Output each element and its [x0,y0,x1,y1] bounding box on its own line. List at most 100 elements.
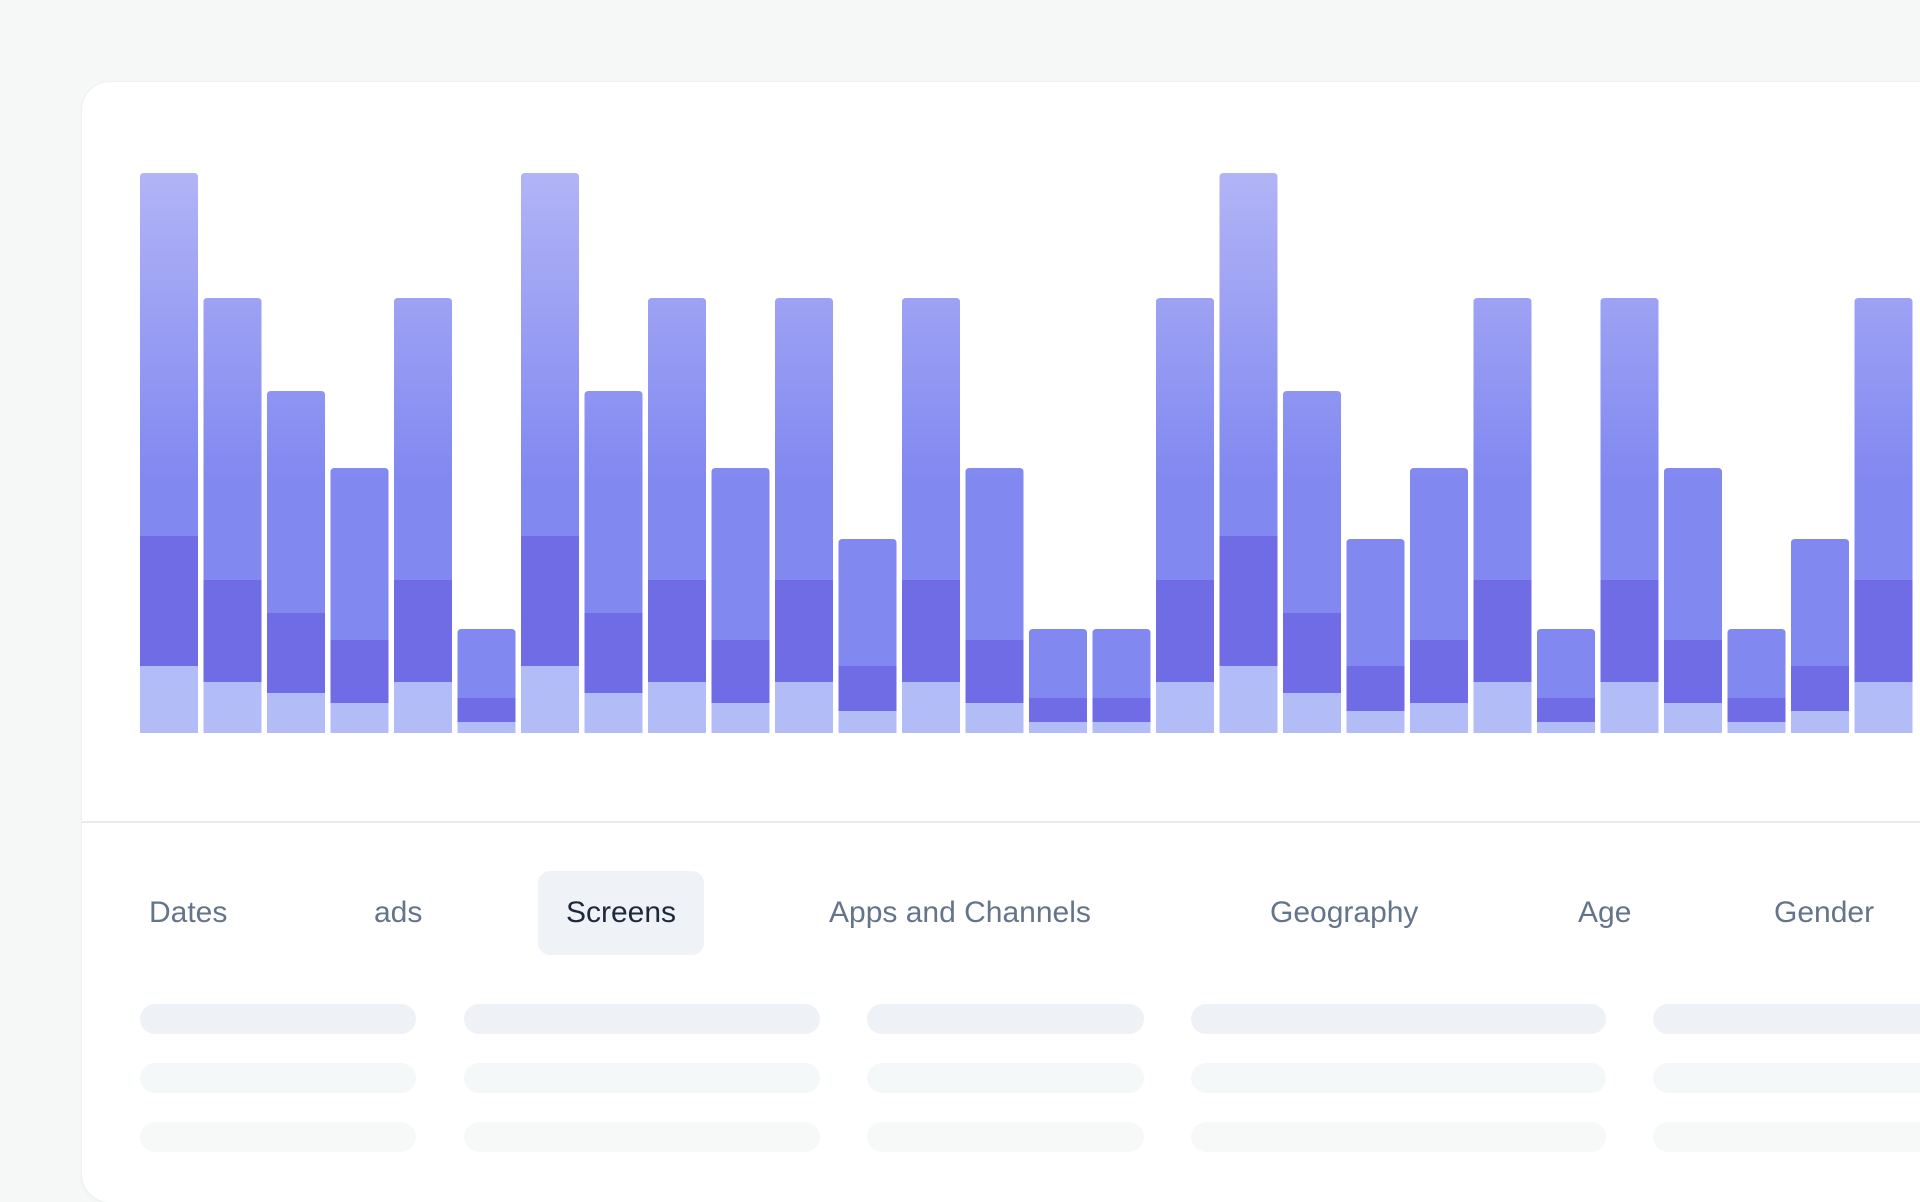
bar-segment-bottom [1029,722,1087,733]
skeleton-cell [867,1122,1144,1152]
bar-segment-bottom [1854,682,1913,733]
bar-segment-top [457,629,516,698]
bar-segment-top [902,298,960,580]
bar-16[interactable] [1092,629,1151,733]
bar-segment-top [1473,298,1532,580]
bar-segment-middle [838,666,897,711]
bar-28[interactable] [1854,298,1913,733]
skeleton-cell [464,1004,820,1034]
bar-segment-middle [1283,613,1341,693]
skeleton-cell [1191,1004,1606,1034]
bar-segment-top [1854,298,1913,580]
bar-segment-middle [1600,580,1659,682]
bar-segment-top [1219,173,1278,536]
bar-segment-middle [1664,640,1722,703]
bar-segment-bottom [203,682,262,733]
bar-segment-middle [203,580,262,682]
bar-segment-bottom [1727,722,1786,733]
bar-segment-bottom [140,666,198,733]
bar-segment-bottom [1283,693,1341,733]
skeleton-cell [1191,1122,1606,1152]
bar-3[interactable] [267,391,325,733]
bar-segment-middle [457,698,516,722]
skeleton-cell [140,1122,416,1152]
bar-4[interactable] [330,468,389,733]
bar-segment-top [1664,468,1722,640]
bar-segment-bottom [1219,666,1278,733]
bar-segment-bottom [1410,703,1468,733]
tab-ads[interactable]: ads [374,871,422,955]
tab-gender[interactable]: Gender [1774,871,1874,955]
bar-segment-top [1410,468,1468,640]
bar-5[interactable] [394,298,452,733]
skeleton-cell [1653,1063,1920,1093]
tab-geography[interactable]: Geography [1270,871,1418,955]
bar-segment-top [330,468,389,640]
bar-14[interactable] [965,468,1024,733]
bar-25[interactable] [1664,468,1722,733]
bar-segment-bottom [648,682,706,733]
bar-12[interactable] [838,539,897,733]
bar-19[interactable] [1283,391,1341,733]
bar-9[interactable] [648,298,706,733]
bar-segment-bottom [521,666,579,733]
bar-23[interactable] [1537,629,1595,733]
skeleton-cell [1653,1122,1920,1152]
bar-segment-top [838,539,897,666]
bar-segment-middle [1791,666,1849,711]
bar-segment-bottom [902,682,960,733]
bar-segment-middle [1029,698,1087,722]
bar-10[interactable] [711,468,770,733]
bar-segment-middle [775,580,833,682]
skeleton-cell [867,1004,1144,1034]
bar-2[interactable] [203,298,262,733]
bar-segment-bottom [1092,722,1151,733]
tab-dates[interactable]: Dates [149,871,227,955]
bar-segment-bottom [330,703,389,733]
chart-canvas [140,173,1913,733]
bar-15[interactable] [1029,629,1087,733]
bar-24[interactable] [1600,298,1659,733]
skeleton-cell [867,1063,1144,1093]
bar-11[interactable] [775,298,833,733]
bar-segment-middle [1219,536,1278,666]
bar-segment-bottom [584,693,643,733]
bar-1[interactable] [140,173,198,733]
bar-segment-middle [1410,640,1468,703]
bar-7[interactable] [521,173,579,733]
bar-segment-middle [1537,698,1595,722]
bar-segment-middle [584,613,643,693]
bar-segment-top [521,173,579,536]
bar-8[interactable] [584,391,643,733]
bar-segment-middle [902,580,960,682]
bar-17[interactable] [1156,298,1214,733]
bar-segment-top [965,468,1024,640]
bar-segment-bottom [1156,682,1214,733]
bar-22[interactable] [1473,298,1532,733]
bar-6[interactable] [457,629,516,733]
bar-27[interactable] [1791,539,1849,733]
bar-segment-bottom [1600,682,1659,733]
bar-segment-top [394,298,452,580]
bar-segment-middle [330,640,389,703]
tab-screens[interactable]: Screens [538,871,705,955]
bar-segment-middle [1854,580,1913,682]
bar-segment-middle [1473,580,1532,682]
skeleton-cell [140,1063,416,1093]
bar-segment-top [1156,298,1214,580]
skeleton-cell [464,1063,820,1093]
bar-18[interactable] [1219,173,1278,733]
tab-age[interactable]: Age [1578,871,1631,955]
bar-segment-middle [965,640,1024,703]
bar-20[interactable] [1346,539,1405,733]
bar-13[interactable] [902,298,960,733]
bar-segment-bottom [838,711,897,733]
bar-segment-bottom [775,682,833,733]
skeleton-cell [1653,1004,1920,1034]
tab-apps-and-channels[interactable]: Apps and Channels [829,871,1091,955]
bar-segment-bottom [457,722,516,733]
bar-segment-bottom [1346,711,1405,733]
bar-21[interactable] [1410,468,1468,733]
bar-26[interactable] [1727,629,1786,733]
bar-segment-top [584,391,643,613]
